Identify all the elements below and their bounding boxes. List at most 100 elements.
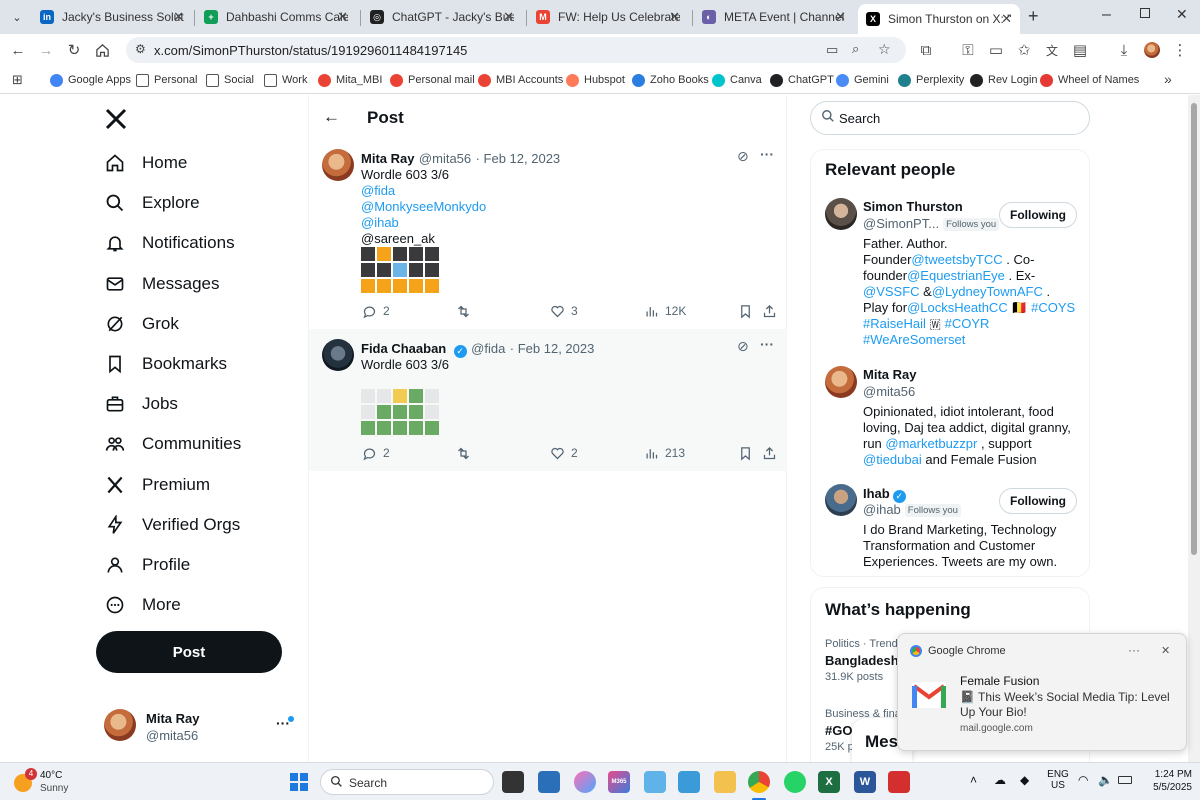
- close-window-button[interactable]: ✕: [1176, 6, 1188, 23]
- extensions-icon[interactable]: ⧉: [916, 40, 936, 60]
- tweet-author-name[interactable]: Fida Chaaban: [361, 341, 446, 356]
- scrollbar-thumb[interactable]: [1191, 103, 1197, 555]
- nav-item-grok[interactable]: Grok: [104, 310, 179, 338]
- bookmark-star-icon[interactable]: ☆: [878, 41, 891, 58]
- weather-app-icon[interactable]: [644, 771, 666, 793]
- tweet-avatar[interactable]: [322, 339, 354, 371]
- tweet[interactable]: Mita Ray @mita56 · Feb 12, 2023 ⊘ ··· Wo…: [309, 139, 787, 329]
- browser-tab[interactable]: X Simon Thurston on X: "@ ✕: [858, 4, 1020, 34]
- browser-tab[interactable]: ◎ ChatGPT - Jacky's Business✕: [362, 4, 522, 30]
- tab-close-icon[interactable]: ✕: [173, 9, 184, 25]
- bio-link[interactable]: @marketbuzzpr: [885, 436, 977, 451]
- acrobat-icon[interactable]: [888, 771, 910, 793]
- tweet-author-handle[interactable]: @mita56: [419, 151, 471, 166]
- bookmark-button[interactable]: [737, 445, 759, 461]
- chrome-notification[interactable]: Google Chrome ··· ✕ Female Fusion 📓 This…: [897, 633, 1187, 751]
- browser-tab[interactable]: + Dahbashi Comms Calendar✕: [196, 4, 356, 30]
- tweet-date[interactable]: · Feb 12, 2023: [476, 151, 561, 166]
- home-button[interactable]: [92, 40, 112, 60]
- tray-chevron-icon[interactable]: ˄: [970, 773, 977, 787]
- repost-button[interactable]: [455, 303, 477, 319]
- reload-button[interactable]: ↻: [64, 40, 84, 60]
- tweet-more-icon[interactable]: ···: [760, 146, 774, 162]
- nav-item-notifications[interactable]: Notifications: [104, 229, 235, 257]
- grok-icon[interactable]: ⊘: [737, 338, 749, 355]
- copilot-icon[interactable]: [574, 771, 596, 793]
- bio-link[interactable]: #COYS: [1031, 300, 1075, 315]
- person-avatar[interactable]: [825, 366, 857, 398]
- bookmark-item[interactable]: Canva: [712, 72, 762, 88]
- back-button[interactable]: ←: [8, 40, 28, 60]
- reply-button[interactable]: 2: [361, 303, 390, 319]
- site-info-icon[interactable]: ⚙: [135, 42, 146, 56]
- nav-item-home[interactable]: Home: [104, 149, 187, 177]
- tweet-avatar[interactable]: [322, 149, 354, 181]
- person-handle[interactable]: @ihab: [863, 502, 901, 517]
- bio-link[interactable]: @LydneyTownAFC: [932, 284, 1043, 299]
- store-icon[interactable]: [538, 771, 560, 793]
- post-button[interactable]: Post: [96, 631, 282, 673]
- tab-close-icon[interactable]: ✕: [503, 9, 514, 25]
- repost-button[interactable]: [455, 445, 477, 461]
- bookmark-item[interactable]: Personal mail: [390, 72, 475, 88]
- mention-link[interactable]: @fida: [361, 183, 741, 199]
- nav-item-communities[interactable]: Communities: [104, 430, 241, 458]
- dropbox-icon[interactable]: ◆: [1020, 773, 1029, 787]
- wifi-icon[interactable]: ◠: [1078, 773, 1088, 787]
- language-indicator[interactable]: ENG US: [1046, 769, 1070, 791]
- apps-grid-icon[interactable]: ⊞: [12, 72, 23, 88]
- bookmark-item[interactable]: ChatGPT: [770, 72, 834, 88]
- downloads-icon[interactable]: ⤓: [1114, 40, 1134, 60]
- share-button[interactable]: [761, 445, 783, 461]
- bio-link[interactable]: #WeAreSomerset: [863, 332, 965, 347]
- bookmark-item[interactable]: Hubspot: [566, 72, 625, 88]
- onedrive-icon[interactable]: ☁: [994, 773, 1006, 787]
- search-input[interactable]: Search: [810, 101, 1090, 135]
- nav-item-messages[interactable]: Messages: [104, 270, 219, 298]
- tab-close-icon[interactable]: ✕: [669, 9, 680, 25]
- task-view-icon[interactable]: [502, 771, 524, 793]
- maximize-button[interactable]: [1140, 8, 1150, 18]
- person-name[interactable]: Ihab: [863, 486, 890, 501]
- bookmark-item[interactable]: Rev Login: [970, 72, 1038, 88]
- person-name[interactable]: Mita Ray: [863, 367, 916, 382]
- tweet[interactable]: Fida Chaaban ✓ @fida · Feb 12, 2023 ⊘ ··…: [309, 329, 787, 471]
- word-icon[interactable]: W: [854, 771, 876, 793]
- bookmark-item[interactable]: Wheel of Names: [1040, 72, 1139, 88]
- whatsapp-icon[interactable]: [784, 771, 806, 793]
- translate-icon[interactable]: 文: [1042, 40, 1062, 60]
- tweet-more-icon[interactable]: ···: [760, 336, 774, 352]
- nav-item-profile[interactable]: Profile: [104, 551, 190, 579]
- person-handle[interactable]: @SimonPT...: [863, 216, 939, 231]
- views-button[interactable]: 213: [643, 445, 685, 461]
- nav-item-bookmarks[interactable]: Bookmarks: [104, 350, 227, 378]
- notepad-icon[interactable]: [678, 771, 700, 793]
- nav-item-verified-orgs[interactable]: Verified Orgs: [104, 511, 240, 539]
- bookmark-item[interactable]: Gemini: [836, 72, 889, 88]
- cast-icon[interactable]: ▭: [826, 42, 838, 58]
- tweet-date[interactable]: · Feb 12, 2023: [510, 341, 595, 356]
- bookmark-item[interactable]: Perplexity: [898, 72, 964, 88]
- bookmarks-star-icon[interactable]: ✩: [1014, 40, 1034, 60]
- chrome-menu-icon[interactable]: ⋮: [1170, 40, 1190, 60]
- forward-button[interactable]: →: [36, 40, 56, 60]
- excel-icon[interactable]: X: [818, 771, 840, 793]
- bio-link[interactable]: #COYR: [945, 316, 990, 331]
- battery-icon[interactable]: [1118, 776, 1132, 784]
- person-handle[interactable]: @mita56: [863, 384, 915, 399]
- tab-close-icon[interactable]: ✕: [835, 9, 846, 25]
- bio-link[interactable]: #RaiseHail: [863, 316, 926, 331]
- browser-tab[interactable]: M FW: Help Us Celebrate 40✕: [528, 4, 688, 30]
- notification-close-icon[interactable]: ✕: [1161, 644, 1170, 657]
- following-button[interactable]: Following: [999, 202, 1077, 228]
- bookmark-button[interactable]: [737, 303, 759, 319]
- like-button[interactable]: 2: [549, 445, 578, 461]
- bio-link[interactable]: @tweetsbyTCC: [911, 252, 1002, 267]
- tweet-author-name[interactable]: Mita Ray: [361, 151, 414, 166]
- share-button[interactable]: [761, 303, 783, 319]
- person-name[interactable]: Simon Thurston: [863, 199, 963, 214]
- bookmark-item[interactable]: Social: [206, 72, 254, 88]
- x-logo-icon[interactable]: [104, 107, 130, 133]
- browser-tab[interactable]: in Jacky's Business Solutions✕: [32, 4, 192, 30]
- taskbar-search[interactable]: Search: [320, 769, 494, 795]
